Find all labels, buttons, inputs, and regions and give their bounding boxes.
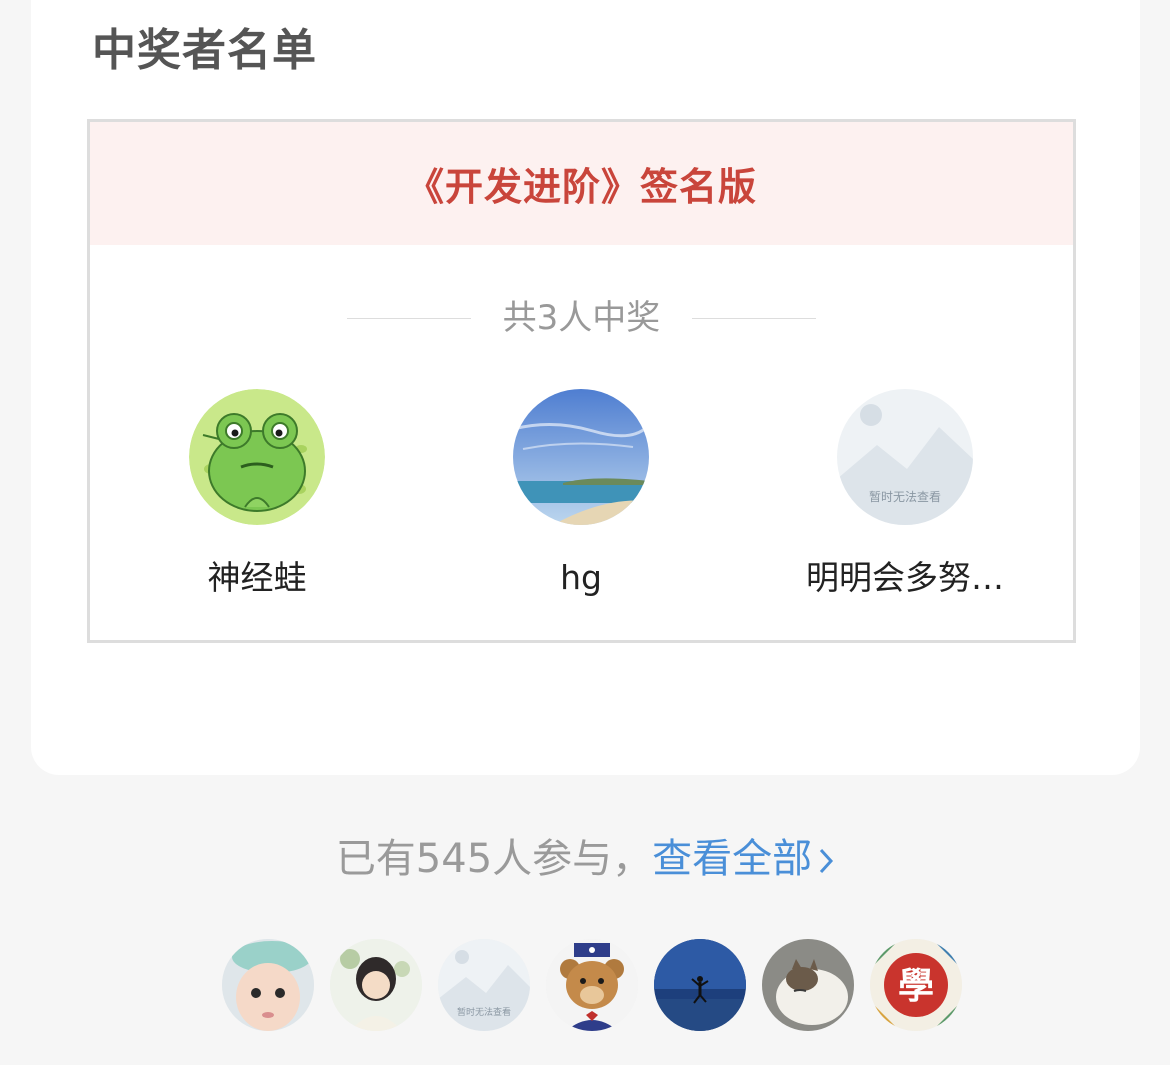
baby-avatar[interactable] (222, 939, 314, 1031)
beach-avatar[interactable] (513, 389, 649, 525)
illustration-avatar[interactable] (330, 939, 422, 1031)
participant-count: 已有545人参与， (335, 836, 653, 882)
winner-item[interactable]: 暂时无法查看 明明会多努… (755, 389, 1055, 601)
cat-avatar[interactable] (762, 939, 854, 1031)
winner-name: hg (560, 558, 602, 597)
placeholder-text: 暂时无法查看 (457, 1006, 511, 1018)
jumping-person-avatar[interactable] (654, 939, 746, 1031)
placeholder-avatar[interactable]: 暂时无法查看 (837, 389, 973, 525)
view-all-link[interactable]: 查看全部 (652, 836, 834, 882)
winner-count-row: 共3人中奖 (90, 294, 1073, 342)
winner-item[interactable]: 神经蛙 (107, 389, 407, 601)
participation-row: 已有545人参与，查看全部 (0, 832, 1170, 886)
prize-box: 《开发进阶》签名版 共3人中奖 神经蛙 hg 暂时无法查看 明明会多努… (87, 119, 1076, 643)
placeholder-avatar[interactable]: 暂时无法查看 (438, 939, 530, 1031)
divider-right (692, 317, 817, 319)
xue-glyph: 學 (898, 965, 934, 1007)
chevron-right-icon[interactable] (818, 847, 834, 875)
frog-avatar[interactable] (189, 389, 325, 525)
winner-count: 共3人中奖 (502, 298, 661, 338)
bear-avatar[interactable] (546, 939, 638, 1031)
section-title: 中奖者名单 (92, 25, 317, 76)
winner-name: 明明会多努… (806, 558, 1004, 597)
participant-avatars: 暂时无法查看 學 (222, 939, 962, 1031)
xue-character-avatar[interactable]: 學 (870, 939, 962, 1031)
winner-item[interactable]: hg (431, 389, 731, 601)
placeholder-text: 暂时无法查看 (869, 490, 941, 504)
prize-name: 《开发进阶》签名版 (90, 122, 1073, 245)
view-all-label[interactable]: 查看全部 (652, 836, 812, 882)
divider-left (346, 317, 471, 319)
winner-name: 神经蛙 (207, 558, 307, 597)
